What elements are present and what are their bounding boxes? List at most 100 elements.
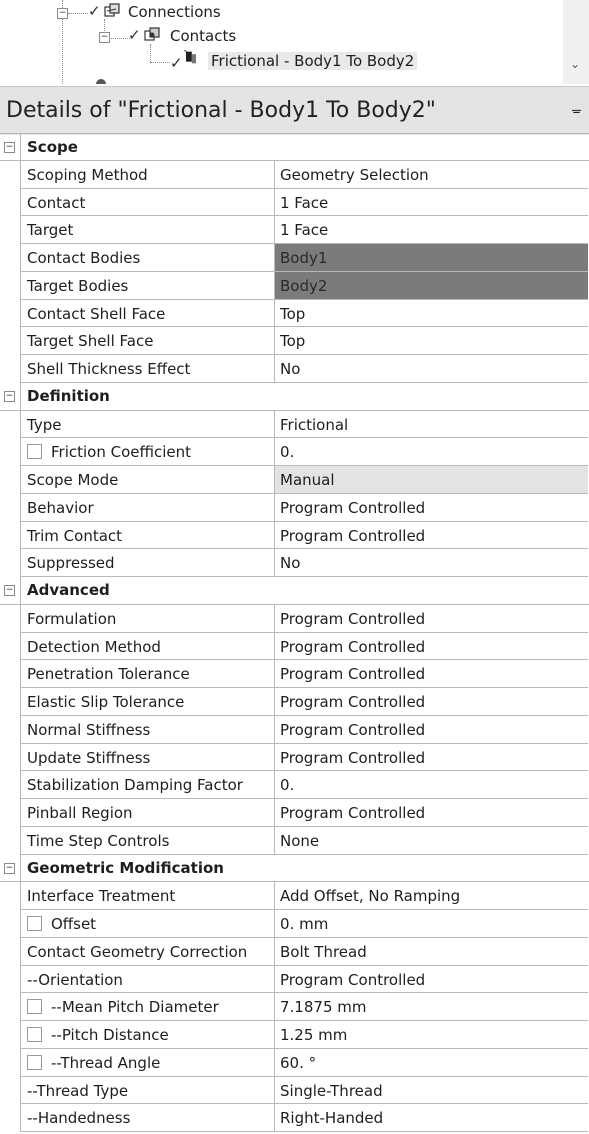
property-value[interactable]: Body2 [274, 271, 588, 299]
property-row[interactable]: --Orientation Program Controlled [20, 965, 588, 994]
property-row[interactable]: Detection Method Program Controlled [20, 632, 588, 661]
property-name: Shell Thickness Effect [27, 360, 191, 378]
property-value[interactable]: 1 Face [274, 188, 588, 216]
property-row[interactable]: Behavior Program Controlled [20, 493, 588, 522]
property-value[interactable]: Program Controlled [274, 799, 588, 826]
property-row[interactable]: Penetration Tolerance Program Controlled [20, 660, 588, 688]
property-row[interactable]: --Thread Type Single-Thread [20, 1076, 588, 1105]
property-name: Behavior [27, 498, 94, 517]
group-collapse-button[interactable]: − [4, 585, 15, 596]
property-row[interactable]: Suppressed No [20, 549, 588, 577]
details-panel-header: Details of "Frictional - Body1 To Body2"… [0, 86, 589, 135]
property-row[interactable]: --Handedness Right-Handed [20, 1104, 588, 1132]
group-collapse-button[interactable]: − [4, 390, 15, 402]
parameter-checkbox[interactable] [27, 999, 42, 1015]
property-row[interactable]: Trim Contact Program Controlled [20, 521, 588, 550]
property-row[interactable]: Target Shell Face Top [20, 327, 588, 355]
property-value[interactable]: Program Controlled [274, 743, 588, 771]
property-name: Contact Bodies [27, 249, 141, 267]
tree-node-contacts[interactable]: Contacts [170, 27, 236, 45]
property-row[interactable]: Interface Treatment Add Offset, No Rampin… [20, 882, 588, 910]
property-value[interactable]: None [274, 826, 588, 854]
property-value[interactable]: Frictional [274, 410, 588, 438]
property-row[interactable]: --Mean Pitch Diameter 7.1875 mm [20, 993, 588, 1021]
property-value[interactable]: No [274, 549, 588, 576]
tree-node-frictional-contact[interactable]: Frictional - Body1 To Body2 [208, 52, 418, 70]
property-value[interactable]: Program Controlled [274, 715, 588, 743]
property-row[interactable]: Target 1 Face [20, 216, 588, 244]
property-value[interactable]: 1.25 mm [274, 1021, 588, 1048]
property-value[interactable]: Program Controlled [274, 493, 588, 521]
property-row[interactable]: --Thread Angle 60. ° [20, 1048, 588, 1077]
property-value[interactable]: Single-Thread [274, 1076, 588, 1104]
property-row[interactable]: Target Bodies Body2 [20, 271, 588, 300]
property-name: Detection Method [27, 637, 161, 656]
property-value[interactable]: Add Offset, No Ramping [274, 882, 588, 909]
property-value[interactable]: 60. ° [274, 1048, 588, 1076]
property-row[interactable]: --Pitch Distance 1.25 mm [20, 1021, 588, 1049]
connections-icon [104, 3, 120, 17]
property-row[interactable]: Contact Bodies Body1 [20, 244, 588, 272]
property-name: Offset [51, 915, 97, 933]
property-value[interactable]: Top [274, 299, 588, 327]
connections-collapse-button[interactable]: − [57, 8, 68, 19]
property-row[interactable]: Contact 1 Face [20, 188, 588, 217]
property-value[interactable]: Right-Handed [274, 1104, 588, 1131]
property-value[interactable]: Program Controlled [274, 688, 588, 715]
frictional-contact-icon [184, 50, 196, 64]
property-name: --Orientation [27, 970, 123, 989]
tree-node-connections[interactable]: Connections [128, 3, 221, 21]
details-title: Details of "Frictional - Body1 To Body2" [6, 98, 436, 123]
property-row[interactable]: Offset 0. mm [20, 910, 588, 938]
property-name: --Handedness [27, 1109, 131, 1128]
parameter-checkbox[interactable] [27, 916, 42, 931]
property-value[interactable]: 1 Face [274, 216, 588, 243]
property-value[interactable]: Bolt Thread [274, 937, 588, 965]
parameter-checkbox[interactable] [27, 444, 42, 460]
property-value[interactable]: Program Controlled [274, 660, 588, 687]
property-value[interactable]: 7.1875 mm [274, 993, 588, 1020]
property-value[interactable]: Program Controlled [274, 965, 588, 993]
property-row[interactable]: Friction Coefficient 0. [20, 438, 588, 466]
pin-icon[interactable]: ᚚ [572, 103, 581, 118]
property-value[interactable]: Geometry Selection [274, 160, 588, 188]
property-row[interactable]: Pinball Region Program Controlled [20, 799, 588, 827]
property-name: --Thread Angle [51, 1053, 161, 1072]
property-row[interactable]: Elastic Slip Tolerance Program Controlled [20, 688, 588, 716]
property-name: Update Stiffness [27, 748, 151, 767]
property-value[interactable]: Body1 [274, 244, 588, 271]
property-value[interactable]: Program Controlled [274, 521, 588, 549]
tree-scrollbar[interactable]: ⌄ [563, 0, 589, 84]
property-name: Pinball Region [27, 804, 133, 822]
property-row[interactable]: Type Frictional [20, 410, 588, 439]
property-row[interactable]: Normal Stiffness Program Controlled [20, 715, 588, 744]
property-value[interactable]: No [274, 355, 588, 382]
property-name: Stabilization Damping Factor [27, 776, 243, 795]
property-row[interactable]: Contact Shell Face Top [20, 299, 588, 328]
parameter-checkbox[interactable] [27, 1027, 42, 1042]
property-row[interactable]: Shell Thickness Effect No [20, 355, 588, 383]
property-value[interactable]: Top [274, 327, 588, 354]
property-value[interactable]: 0. mm [274, 910, 588, 937]
contacts-collapse-button[interactable]: − [99, 32, 110, 43]
property-value[interactable]: Program Controlled [274, 632, 588, 660]
group-collapse-button[interactable]: − [4, 862, 15, 874]
property-row[interactable]: Formulation Program Controlled [20, 604, 588, 633]
details-property-grid: − Scope Scoping Method Geometry Selection Co… [0, 133, 589, 1132]
group-collapse-button[interactable]: − [4, 142, 15, 153]
property-row[interactable]: Scoping Method Geometry Selection [20, 160, 588, 189]
group-title: Scope [27, 138, 78, 156]
property-value[interactable]: 0. [274, 771, 588, 798]
property-row[interactable]: Scope Mode Manual [20, 466, 588, 494]
property-row[interactable]: Time Step Controls None [20, 826, 588, 855]
property-row[interactable]: Update Stiffness Program Controlled [20, 743, 588, 772]
parameter-checkbox[interactable] [27, 1054, 42, 1070]
scroll-down-icon[interactable]: ⌄ [570, 58, 580, 70]
property-value[interactable]: Manual [274, 466, 588, 493]
property-row[interactable]: Stabilization Damping Factor 0. [20, 771, 588, 799]
property-row[interactable]: Contact Geometry Correction Bolt Thread [20, 937, 588, 966]
property-name: Scoping Method [27, 165, 148, 184]
property-name: Penetration Tolerance [27, 665, 190, 684]
property-value[interactable]: Program Controlled [274, 604, 588, 632]
property-value[interactable]: 0. [274, 438, 588, 465]
